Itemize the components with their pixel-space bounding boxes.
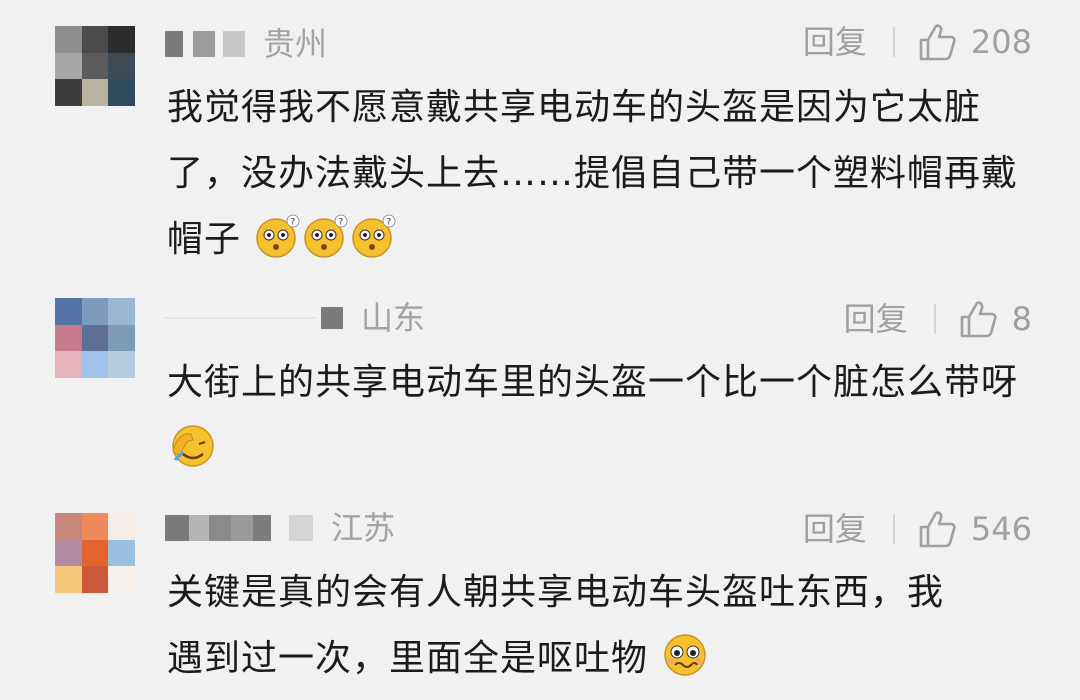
comment-actions: 回复 208 (803, 20, 1032, 64)
blurred-username (165, 31, 245, 57)
reply-button[interactable]: 回复 (803, 507, 867, 551)
blurred-username (165, 307, 343, 329)
thumbs-up-icon (917, 22, 957, 62)
avatar[interactable] (55, 298, 135, 378)
svg-text:?: ? (339, 218, 345, 228)
reply-button[interactable]: 回复 (844, 297, 908, 341)
comment-text-block: 大街上的共享电动车里的头盔一个比一个脏怎么带呀 (167, 350, 1047, 482)
divider (892, 27, 895, 57)
blurred-username (165, 515, 313, 541)
facepalm-emoji (169, 422, 215, 468)
location-label: 山东 (361, 299, 426, 337)
comment-text-block: 关键是真的会有人朝共享电动车头盔吐东西，我遇到过一次，里面全是呕吐物 (167, 560, 967, 692)
location-label: 江苏 (331, 509, 396, 547)
confused-face-emoji: ? (255, 213, 301, 259)
avatar[interactable] (55, 26, 135, 106)
divider (933, 304, 936, 334)
comment-text: 关键是真的会有人朝共享电动车头盔吐东西，我遇到过一次，里面全是呕吐物 (167, 572, 945, 679)
like-button[interactable]: 546 (917, 507, 1032, 551)
location-label: 贵州 (263, 25, 328, 63)
like-count: 208 (970, 23, 1032, 61)
confused-face-emoji: ? (351, 213, 397, 259)
reply-button[interactable]: 回复 (803, 20, 867, 64)
like-button[interactable]: 8 (958, 297, 1032, 341)
username-row[interactable]: 山东 (165, 298, 425, 338)
username-row[interactable]: 贵州 (165, 24, 327, 64)
comment-text: 大街上的共享电动车里的头盔一个比一个脏怎么带呀 (167, 362, 1019, 403)
thumbs-up-icon (917, 509, 957, 549)
like-count: 546 (970, 510, 1032, 548)
pleading-face-emoji (662, 632, 708, 678)
svg-text:?: ? (291, 218, 297, 228)
comment-actions: 回复 8 (844, 297, 1032, 341)
divider (892, 514, 895, 544)
svg-text:?: ? (387, 218, 393, 228)
username-row[interactable]: 江苏 (165, 508, 395, 548)
comment-text-block: 我觉得我不愿意戴共享电动车的头盔是因为它太脏了，没办法戴头上去……提倡自己带一个… (167, 75, 1047, 273)
like-button[interactable]: 208 (917, 20, 1032, 64)
avatar[interactable] (55, 513, 135, 593)
comment-actions: 回复 546 (803, 507, 1032, 551)
confused-face-emoji: ? (303, 213, 349, 259)
thumbs-up-icon (958, 299, 998, 339)
like-count: 8 (1011, 300, 1032, 338)
